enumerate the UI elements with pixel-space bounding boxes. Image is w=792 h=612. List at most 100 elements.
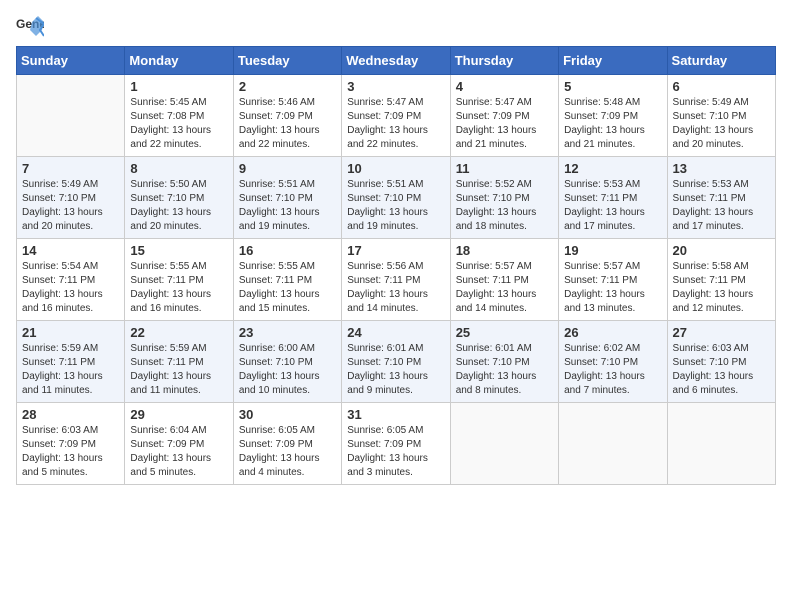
calendar-day-cell: 14Sunrise: 5:54 AMSunset: 7:11 PMDayligh…	[17, 239, 125, 321]
calendar-day-cell: 19Sunrise: 5:57 AMSunset: 7:11 PMDayligh…	[559, 239, 667, 321]
day-detail: Sunrise: 5:45 AMSunset: 7:08 PMDaylight:…	[130, 96, 227, 152]
calendar-day-cell: 30 Sunrise: 6:05 AMSunset: 7:09 PMDayligh…	[233, 403, 341, 485]
calendar-table: SundayMondayTuesdayWednesdayThursdayFrid…	[16, 46, 776, 485]
day-number: 9	[239, 161, 336, 176]
calendar-day-cell: 20Sunrise: 5:58 AMSunset: 7:11 PMDayligh…	[667, 239, 775, 321]
day-number: 30	[239, 407, 336, 422]
day-number: 27	[673, 325, 770, 340]
weekday-header-cell: Thursday	[450, 47, 558, 75]
day-detail: Sunrise: 5:54 AMSunset: 7:11 PMDaylight:…	[22, 260, 119, 316]
calendar-day-cell: 3 Sunrise: 5:47 AMSunset: 7:09 PMDaylight…	[342, 75, 450, 157]
day-number: 5	[564, 79, 661, 94]
day-number: 31	[347, 407, 444, 422]
calendar-day-cell: 23 Sunrise: 6:00 AMSunset: 7:10 PMDayligh…	[233, 321, 341, 403]
calendar-day-cell: 6 Sunrise: 5:49 AMSunset: 7:10 PMDaylight…	[667, 75, 775, 157]
day-detail: Sunrise: 5:53 AMSunset: 7:11 PMDaylight:…	[564, 178, 661, 234]
day-detail: Sunrise: 6:05 AMSunset: 7:09 PMDaylight:…	[239, 424, 336, 480]
calendar-day-cell: 28 Sunrise: 6:03 AMSunset: 7:09 PMDayligh…	[17, 403, 125, 485]
day-number: 24	[347, 325, 444, 340]
day-detail: Sunrise: 5:51 AMSunset: 7:10 PMDaylight:…	[347, 178, 444, 234]
calendar-week-row: 28 Sunrise: 6:03 AMSunset: 7:09 PMDayligh…	[17, 403, 776, 485]
day-detail: Sunrise: 5:49 AMSunset: 7:10 PMDaylight:…	[673, 96, 770, 152]
calendar-day-cell: 25Sunrise: 6:01 AMSunset: 7:10 PMDayligh…	[450, 321, 558, 403]
calendar-day-cell	[667, 403, 775, 485]
calendar-day-cell: 9 Sunrise: 5:51 AMSunset: 7:10 PMDaylight…	[233, 157, 341, 239]
day-detail: Sunrise: 5:53 AMSunset: 7:11 PMDaylight:…	[673, 178, 770, 234]
calendar-day-cell: 18 Sunrise: 5:57 AMSunset: 7:11 PMDayligh…	[450, 239, 558, 321]
calendar-day-cell: 1 Sunrise: 5:45 AMSunset: 7:08 PMDaylight…	[125, 75, 233, 157]
calendar-day-cell	[17, 75, 125, 157]
day-detail: Sunrise: 5:48 AMSunset: 7:09 PMDaylight:…	[564, 96, 661, 152]
day-detail: Sunrise: 5:47 AMSunset: 7:09 PMDaylight:…	[456, 96, 553, 152]
calendar-day-cell: 10Sunrise: 5:51 AMSunset: 7:10 PMDayligh…	[342, 157, 450, 239]
calendar-day-cell	[450, 403, 558, 485]
calendar-day-cell: 2Sunrise: 5:46 AMSunset: 7:09 PMDaylight…	[233, 75, 341, 157]
day-number: 11	[456, 161, 553, 176]
calendar-day-cell: 27 Sunrise: 6:03 AMSunset: 7:10 PMDayligh…	[667, 321, 775, 403]
day-number: 17	[347, 243, 444, 258]
weekday-header-cell: Monday	[125, 47, 233, 75]
day-number: 6	[673, 79, 770, 94]
weekday-header-cell: Sunday	[17, 47, 125, 75]
day-number: 3	[347, 79, 444, 94]
calendar-week-row: 1 Sunrise: 5:45 AMSunset: 7:08 PMDaylight…	[17, 75, 776, 157]
day-number: 7	[22, 161, 119, 176]
weekday-header-cell: Friday	[559, 47, 667, 75]
day-detail: Sunrise: 5:51 AMSunset: 7:10 PMDaylight:…	[239, 178, 336, 234]
day-detail: Sunrise: 5:55 AMSunset: 7:11 PMDaylight:…	[130, 260, 227, 316]
calendar-day-cell: 4 Sunrise: 5:47 AMSunset: 7:09 PMDaylight…	[450, 75, 558, 157]
page-header: General	[16, 16, 776, 38]
day-number: 8	[130, 161, 227, 176]
day-number: 16	[239, 243, 336, 258]
day-detail: Sunrise: 5:56 AMSunset: 7:11 PMDaylight:…	[347, 260, 444, 316]
weekday-header-cell: Saturday	[667, 47, 775, 75]
logo-icon: General	[16, 16, 44, 38]
calendar-week-row: 7Sunrise: 5:49 AMSunset: 7:10 PMDaylight…	[17, 157, 776, 239]
logo: General	[16, 16, 48, 38]
day-number: 12	[564, 161, 661, 176]
day-number: 21	[22, 325, 119, 340]
day-number: 19	[564, 243, 661, 258]
day-detail: Sunrise: 5:52 AMSunset: 7:10 PMDaylight:…	[456, 178, 553, 234]
calendar-day-cell: 31 Sunrise: 6:05 AMSunset: 7:09 PMDayligh…	[342, 403, 450, 485]
day-detail: Sunrise: 5:59 AMSunset: 7:11 PMDaylight:…	[22, 342, 119, 398]
day-detail: Sunrise: 5:47 AMSunset: 7:09 PMDaylight:…	[347, 96, 444, 152]
calendar-day-cell: 16 Sunrise: 5:55 AMSunset: 7:11 PMDayligh…	[233, 239, 341, 321]
day-number: 4	[456, 79, 553, 94]
calendar-body: 1 Sunrise: 5:45 AMSunset: 7:08 PMDaylight…	[17, 75, 776, 485]
day-detail: Sunrise: 6:05 AMSunset: 7:09 PMDaylight:…	[347, 424, 444, 480]
day-detail: Sunrise: 6:03 AMSunset: 7:09 PMDaylight:…	[22, 424, 119, 480]
weekday-header-cell: Wednesday	[342, 47, 450, 75]
day-number: 15	[130, 243, 227, 258]
day-detail: Sunrise: 6:02 AMSunset: 7:10 PMDaylight:…	[564, 342, 661, 398]
day-number: 13	[673, 161, 770, 176]
day-detail: Sunrise: 5:50 AMSunset: 7:10 PMDaylight:…	[130, 178, 227, 234]
day-number: 23	[239, 325, 336, 340]
calendar-day-cell: 26 Sunrise: 6:02 AMSunset: 7:10 PMDayligh…	[559, 321, 667, 403]
day-number: 26	[564, 325, 661, 340]
day-detail: Sunrise: 5:55 AMSunset: 7:11 PMDaylight:…	[239, 260, 336, 316]
calendar-day-cell: 15 Sunrise: 5:55 AMSunset: 7:11 PMDayligh…	[125, 239, 233, 321]
calendar-week-row: 21 Sunrise: 5:59 AMSunset: 7:11 PMDayligh…	[17, 321, 776, 403]
calendar-day-cell	[559, 403, 667, 485]
day-detail: Sunrise: 6:00 AMSunset: 7:10 PMDaylight:…	[239, 342, 336, 398]
calendar-day-cell: 12 Sunrise: 5:53 AMSunset: 7:11 PMDayligh…	[559, 157, 667, 239]
day-number: 1	[130, 79, 227, 94]
day-number: 18	[456, 243, 553, 258]
day-number: 22	[130, 325, 227, 340]
calendar-day-cell: 11 Sunrise: 5:52 AMSunset: 7:10 PMDayligh…	[450, 157, 558, 239]
calendar-day-cell: 5 Sunrise: 5:48 AMSunset: 7:09 PMDaylight…	[559, 75, 667, 157]
day-detail: Sunrise: 5:57 AMSunset: 7:11 PMDaylight:…	[456, 260, 553, 316]
day-number: 2	[239, 79, 336, 94]
weekday-header-cell: Tuesday	[233, 47, 341, 75]
day-number: 28	[22, 407, 119, 422]
calendar-week-row: 14Sunrise: 5:54 AMSunset: 7:11 PMDayligh…	[17, 239, 776, 321]
calendar-day-cell: 13 Sunrise: 5:53 AMSunset: 7:11 PMDayligh…	[667, 157, 775, 239]
day-detail: Sunrise: 6:04 AMSunset: 7:09 PMDaylight:…	[130, 424, 227, 480]
calendar-day-cell: 21 Sunrise: 5:59 AMSunset: 7:11 PMDayligh…	[17, 321, 125, 403]
calendar-day-cell: 8 Sunrise: 5:50 AMSunset: 7:10 PMDaylight…	[125, 157, 233, 239]
day-detail: Sunrise: 6:03 AMSunset: 7:10 PMDaylight:…	[673, 342, 770, 398]
calendar-day-cell: 24Sunrise: 6:01 AMSunset: 7:10 PMDayligh…	[342, 321, 450, 403]
day-number: 25	[456, 325, 553, 340]
calendar-day-cell: 17 Sunrise: 5:56 AMSunset: 7:11 PMDayligh…	[342, 239, 450, 321]
